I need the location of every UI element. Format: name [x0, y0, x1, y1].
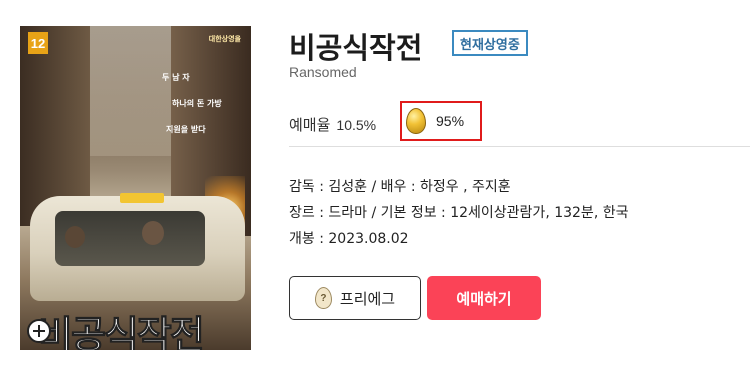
poster-figure-1 — [65, 226, 85, 248]
reservation-rate-row: 예매율 10.5% — [289, 114, 376, 135]
status-badge: 현재상영중 — [452, 30, 528, 56]
poster-tagline-2: 하나의 돈 가방 — [172, 99, 222, 108]
reservation-rate-label: 예매율 — [289, 116, 331, 134]
preegg-button[interactable]: ? 프리에그 — [289, 276, 421, 320]
poster-title-art: 비공식작전 — [38, 313, 206, 351]
age-rating-badge: 12 — [28, 32, 48, 54]
reserve-button[interactable]: 예매하기 — [427, 276, 541, 320]
director-cast-line: 감독 : 김성훈 / 배우 : 하정우 , 주지훈 — [289, 179, 511, 195]
reservation-rate-value: 10.5% — [336, 116, 377, 133]
divider — [289, 146, 750, 147]
golden-egg-value: 95% — [436, 113, 465, 129]
poster-tagline-3: 지원을 받다 — [166, 125, 206, 134]
movie-poster[interactable]: 대한상영을 두 남 자 하나의 돈 가방 지원을 받다 비공식작전 — [20, 26, 251, 350]
golden-egg-icon — [406, 108, 426, 134]
question-egg-icon: ? — [314, 287, 332, 309]
release-date-line: 개봉 : 2023.08.02 — [289, 231, 409, 247]
poster-top-text: 대한상영을 — [208, 35, 241, 43]
english-title: Ransomed — [289, 64, 357, 80]
golden-egg-highlight: 95% — [400, 101, 482, 141]
poster-tagline-1: 두 남 자 — [162, 73, 190, 82]
poster-taxi-sign — [120, 193, 164, 203]
genre-info-line: 장르 : 드라마 / 기본 정보 : 12세이상관람가, 132분, 한국 — [289, 205, 629, 221]
preegg-button-label: 프리에그 — [339, 289, 396, 308]
plus-icon[interactable] — [27, 319, 51, 343]
page-title: 비공식작전 — [289, 31, 423, 65]
poster-figure-2 — [142, 221, 164, 245]
